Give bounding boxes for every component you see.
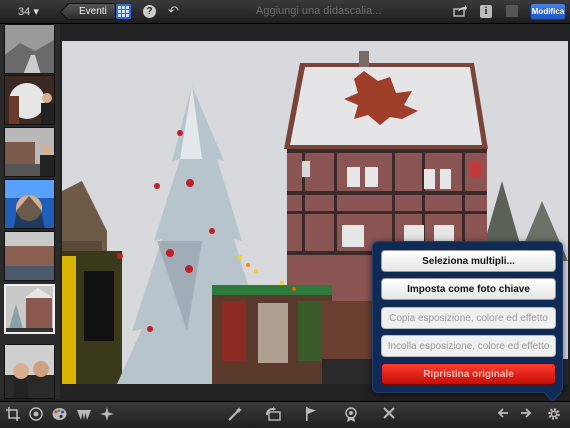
photo-browser-icon[interactable]: [506, 5, 518, 17]
back-button-label: Eventi: [79, 6, 107, 17]
thumbnail-item[interactable]: [4, 231, 55, 281]
flag-icon[interactable]: [305, 407, 317, 421]
top-toolbar: 34 ▾ Eventi ? ↶ Aggiungi una didascalia.…: [0, 0, 570, 24]
thumbnail-item[interactable]: [4, 75, 55, 125]
rotate-icon[interactable]: [265, 407, 281, 421]
grid-icon[interactable]: [116, 4, 131, 19]
undo-icon[interactable]: ↶: [168, 3, 179, 19]
thumbnail-item[interactable]: [4, 179, 55, 229]
select-multiple-button[interactable]: Seleziona multipli...: [381, 250, 556, 272]
thumbnail-item[interactable]: [4, 24, 55, 74]
bottom-toolbar: [0, 401, 570, 428]
photo-options-popover: Seleziona multipli... Imposta come foto …: [372, 241, 563, 393]
palette-icon[interactable]: [52, 407, 67, 421]
arrow-left-icon[interactable]: [497, 407, 509, 419]
magic-wand-icon[interactable]: [228, 407, 243, 421]
arrow-right-icon[interactable]: [520, 407, 532, 419]
info-icon[interactable]: i: [480, 5, 492, 18]
thumbnail-strip[interactable]: [0, 24, 60, 399]
paste-adjustments-button[interactable]: Incolla esposizione, colore ed effetto: [381, 335, 556, 357]
thumbnail-item-selected[interactable]: [4, 284, 55, 334]
effects-icon[interactable]: [100, 407, 114, 421]
set-key-photo-button[interactable]: Imposta come foto chiave: [381, 278, 556, 300]
photo-count-menu[interactable]: 34 ▾: [18, 5, 39, 18]
triangle-down-icon: ▾: [33, 6, 39, 18]
hide-icon[interactable]: [383, 407, 395, 419]
crop-icon[interactable]: [6, 407, 20, 421]
edit-button[interactable]: Modifica: [530, 3, 566, 20]
gear-icon[interactable]: [547, 407, 561, 421]
thumbnail-item[interactable]: [4, 344, 55, 399]
help-icon[interactable]: ?: [143, 5, 156, 18]
revert-original-button[interactable]: Ripristina originale: [381, 363, 556, 385]
favorite-icon[interactable]: [344, 407, 358, 422]
straighten-icon[interactable]: [29, 407, 43, 421]
app-window: 34 ▾ Eventi ? ↶ Aggiungi una didascalia.…: [0, 0, 570, 428]
photo-count: 34: [18, 6, 31, 18]
thumbnail-item[interactable]: [4, 127, 55, 177]
back-button[interactable]: Eventi: [66, 3, 116, 20]
brushes-icon[interactable]: [76, 407, 92, 421]
copy-adjustments-button[interactable]: Copia esposizione, colore ed effetto: [381, 307, 556, 329]
caption-input[interactable]: Aggiungi una didascalia...: [256, 5, 381, 17]
share-icon[interactable]: [453, 4, 467, 20]
